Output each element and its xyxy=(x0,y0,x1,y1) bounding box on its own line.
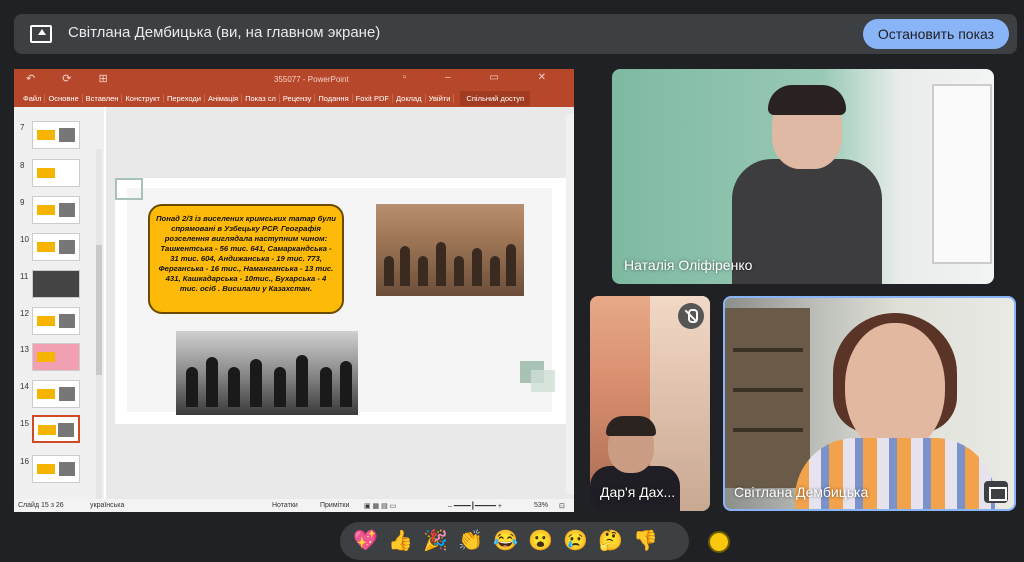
slide-decoration xyxy=(531,370,555,392)
window-controls[interactable]: ▫ – ▭ ✕ xyxy=(403,72,564,83)
slide-number: 7 xyxy=(20,123,25,132)
presenter-label: Світлана Дембицька (ви, на главном экран… xyxy=(68,24,381,41)
reaction-sparkling-heart[interactable]: 💖 xyxy=(348,526,383,556)
language-indicator[interactable]: українська xyxy=(90,502,124,509)
comments-button[interactable]: Примітки xyxy=(320,502,349,509)
skin-tone-picker-icon[interactable] xyxy=(708,531,730,553)
ribbon-tab[interactable]: Доклад xyxy=(393,93,426,103)
slide-editor-canvas: Понад 2/3 із виселених кримських татар б… xyxy=(106,107,574,499)
video-tile-self[interactable] xyxy=(723,296,1016,511)
fit-slide-icon[interactable]: ⊡ xyxy=(559,502,565,510)
reaction-thumbs-down[interactable]: 👎 xyxy=(628,526,663,556)
slide-number: 8 xyxy=(20,161,25,170)
slide-number: 14 xyxy=(20,382,29,391)
slide-thumbnail-selected[interactable] xyxy=(32,415,80,443)
slide-text-box[interactable]: Понад 2/3 із виселених кримських татар б… xyxy=(148,204,344,314)
slide-number: 10 xyxy=(20,235,29,244)
slide-number: 16 xyxy=(20,457,29,466)
slide-thumbnail[interactable] xyxy=(32,233,80,261)
quick-access-toolbar[interactable]: ↶ ⟳ ⊞ xyxy=(26,72,120,85)
participant-name: Дар'я Дах... xyxy=(600,484,676,500)
participant-name: Світлана Дембицька xyxy=(734,484,869,500)
view-buttons-icon[interactable]: ▣ ▦ ▤ ▭ xyxy=(364,502,396,510)
notes-button[interactable]: Нотатки xyxy=(272,502,298,509)
ppt-title-bar: ↶ ⟳ ⊞ 355077 - PowerPoint ▫ – ▭ ✕ xyxy=(14,69,574,89)
zoom-slider[interactable]: – ━━━━┃━━━━━ + xyxy=(448,502,502,510)
status-bar: Слайд 15 з 26 українська Нотатки Примітк… xyxy=(14,499,574,512)
slide-thumbnail[interactable] xyxy=(32,270,80,298)
thumbnails-scrollbar[interactable] xyxy=(96,149,102,499)
slide-number: 13 xyxy=(20,345,29,354)
slide-thumbnail[interactable] xyxy=(32,343,80,371)
slide-number: 12 xyxy=(20,309,29,318)
slide-thumbnail[interactable] xyxy=(32,159,80,187)
reactions-bar: 💖 👍 🎉 👏 😂 😮 😢 🤔 👎 xyxy=(340,522,689,560)
slide-thumbnail[interactable] xyxy=(32,196,80,224)
reaction-thinking[interactable]: 🤔 xyxy=(593,526,628,556)
ribbon-tab[interactable]: Анімація xyxy=(205,93,243,103)
video-tile-participant-1[interactable] xyxy=(612,69,994,284)
ribbon-tab[interactable]: Увійти xyxy=(426,93,455,103)
slide-thumbnails-pane: 7 8 9 10 11 12 13 14 15 16 xyxy=(14,107,104,499)
ribbon-tab[interactable]: Конструкт xyxy=(122,93,164,103)
ribbon-tab[interactable]: Рецензу xyxy=(280,93,316,103)
slide-photo-deportation[interactable] xyxy=(176,331,358,415)
editor-scrollbar[interactable] xyxy=(566,114,574,494)
ribbon-tab[interactable]: Переходи xyxy=(164,93,205,103)
stop-presenting-button[interactable]: Остановить показ xyxy=(863,19,1009,49)
participant-name: Наталія Оліфіренко xyxy=(624,257,753,273)
reaction-sad[interactable]: 😢 xyxy=(558,526,593,556)
slide-thumbnail[interactable] xyxy=(32,121,80,149)
present-to-all-icon xyxy=(30,25,52,43)
slide-thumbnail[interactable] xyxy=(32,455,80,483)
powerpoint-window: ↶ ⟳ ⊞ 355077 - PowerPoint ▫ – ▭ ✕ Файл О… xyxy=(14,69,574,512)
slide-counter: Слайд 15 з 26 xyxy=(18,502,64,509)
slide-number: 9 xyxy=(20,198,25,207)
ribbon-tab[interactable]: Подання xyxy=(315,93,353,103)
slide-decoration xyxy=(115,178,143,200)
ribbon-tab[interactable]: Файл xyxy=(20,93,46,103)
reaction-joy[interactable]: 😂 xyxy=(488,526,523,556)
picture-in-picture-icon[interactable] xyxy=(984,481,1008,503)
ribbon-tab[interactable]: Вставлен xyxy=(83,93,123,103)
reaction-thumbs-up[interactable]: 👍 xyxy=(383,526,418,556)
slide-thumbnail[interactable] xyxy=(32,307,80,335)
reaction-clapping[interactable]: 👏 xyxy=(453,526,488,556)
ribbon-tab[interactable]: Показ сл xyxy=(242,93,280,103)
ppt-window-title: 355077 - PowerPoint xyxy=(274,75,349,84)
ribbon-tabs: Файл Основне Вставлен Конструкт Переходи… xyxy=(14,89,574,107)
zoom-level[interactable]: 53% xyxy=(534,502,548,509)
slide-thumbnail[interactable] xyxy=(32,380,80,408)
reaction-surprised[interactable]: 😮 xyxy=(523,526,558,556)
slide-photo-crowd[interactable] xyxy=(376,204,524,296)
reaction-party-popper[interactable]: 🎉 xyxy=(418,526,453,556)
ribbon-tab[interactable]: Foxit PDF xyxy=(353,93,393,103)
ribbon-tab[interactable]: Основне xyxy=(45,93,83,103)
share-button[interactable]: Спільний доступ xyxy=(460,90,531,106)
mic-off-icon xyxy=(678,303,704,329)
slide-number: 15 xyxy=(20,419,29,428)
slide-number: 11 xyxy=(20,272,29,281)
